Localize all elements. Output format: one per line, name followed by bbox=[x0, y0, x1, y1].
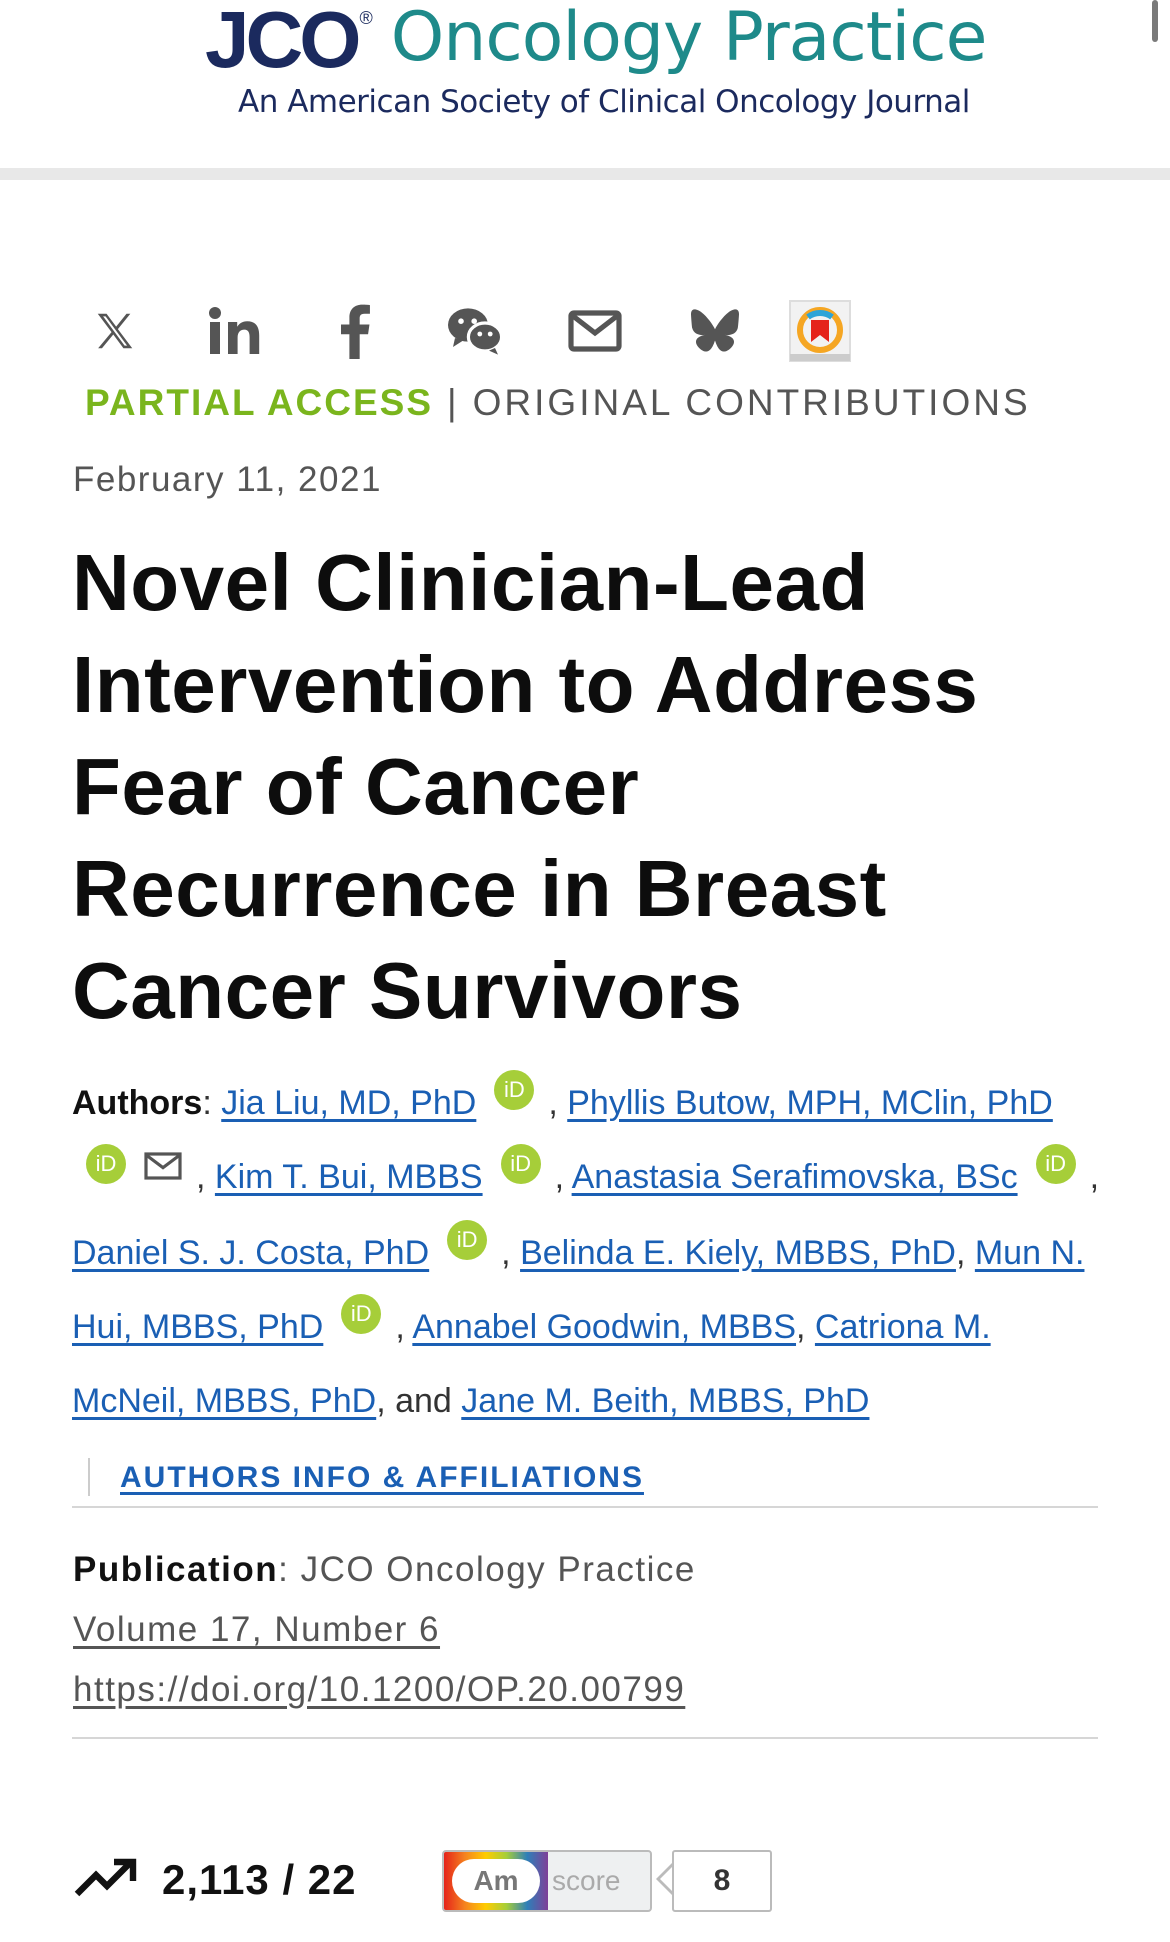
views-citations-count: 2,113 / 22 bbox=[162, 1856, 357, 1903]
altmetric-label: Am bbox=[452, 1859, 540, 1903]
logo-registered-mark: ® bbox=[359, 8, 373, 28]
journal-logo[interactable]: JCO ® Oncology Practice bbox=[205, 0, 987, 80]
orcid-icon[interactable]: iD bbox=[500, 1144, 541, 1184]
divider bbox=[72, 1737, 1098, 1739]
authors-info-affiliations-link[interactable]: AUTHORS INFO & AFFILIATIONS bbox=[120, 1461, 644, 1494]
authors-conjunction: and bbox=[395, 1382, 452, 1421]
logo-subtitle: An American Society of Clinical Oncology… bbox=[238, 84, 970, 120]
orcid-icon[interactable]: iD bbox=[447, 1220, 488, 1261]
affiliations-wrapper: AUTHORS INFO & AFFILIATIONS bbox=[88, 1458, 644, 1497]
altmetric-score-label: score bbox=[552, 1865, 621, 1896]
mendeley-icon[interactable] bbox=[785, 296, 855, 366]
authors-label: Authors bbox=[72, 1084, 203, 1122]
doi-link[interactable]: https://doi.org/10.1200/OP.20.00799 bbox=[73, 1670, 685, 1709]
orcid-icon[interactable]: iD bbox=[494, 1070, 535, 1110]
author-link-kim-bui[interactable]: Kim T. Bui, MBBS bbox=[215, 1158, 483, 1196]
orcid-icon[interactable]: iD bbox=[1035, 1144, 1076, 1184]
author-link-daniel-costa[interactable]: Daniel S. J. Costa, PhD bbox=[72, 1234, 429, 1272]
author-link-anastasia-serafimovska[interactable]: Anastasia Serafimovska, BSc bbox=[572, 1158, 1018, 1196]
meta-separator: | bbox=[447, 382, 459, 423]
article-metrics: 2,113 / 22 bbox=[74, 1850, 357, 1910]
publication-date: February 11, 2021 bbox=[73, 460, 382, 499]
logo-acronym: JCO bbox=[205, 0, 361, 84]
x-icon[interactable] bbox=[80, 296, 150, 366]
author-link-jane-beith[interactable]: Jane M. Beith, MBBS, PhD bbox=[461, 1382, 869, 1420]
site-header: JCO ® Oncology Practice An American Societ… bbox=[0, 0, 1170, 168]
article-category[interactable]: ORIGINAL CONTRIBUTIONS bbox=[473, 382, 1031, 423]
email-icon[interactable] bbox=[560, 296, 630, 366]
linkedin-icon[interactable] bbox=[200, 296, 270, 366]
author-link-phyllis-butow[interactable]: Phyllis Butow, MPH, MClin, PhD bbox=[567, 1084, 1053, 1122]
article-title: Novel Clinician-Lead Intervention to Add… bbox=[72, 538, 979, 1035]
trending-up-icon bbox=[74, 1858, 140, 1903]
author-link-belinda-kiely[interactable]: Belinda E. Kiely, MBBS, PhD bbox=[520, 1234, 956, 1272]
authors-list: Authors: Jia Liu, MD, PhD iD, Phyllis But… bbox=[72, 1066, 1112, 1512]
author-link-jia-liu[interactable]: Jia Liu, MD, PhD bbox=[221, 1084, 476, 1122]
article-meta: PARTIAL ACCESS | ORIGINAL CONTRIBUTIONS bbox=[85, 382, 1031, 424]
publication-journal: JCO Oncology Practice bbox=[300, 1550, 696, 1589]
orcid-icon[interactable]: iD bbox=[86, 1144, 126, 1184]
volume-link[interactable]: Volume 17, Number 6 bbox=[73, 1610, 440, 1649]
bluesky-icon[interactable] bbox=[680, 296, 750, 366]
altmetric-badge[interactable]: Am score bbox=[442, 1850, 652, 1912]
scrollbar[interactable] bbox=[1152, 0, 1158, 42]
logo-journal-name: Oncology Practice bbox=[390, 0, 988, 77]
orcid-icon[interactable]: iD bbox=[341, 1294, 382, 1335]
publication-label: Publication bbox=[73, 1550, 279, 1589]
access-badge: PARTIAL ACCESS bbox=[85, 382, 434, 423]
publication-info: Publication: JCO Oncology Practice Volum… bbox=[73, 1540, 696, 1720]
wechat-icon[interactable] bbox=[440, 296, 510, 366]
divider bbox=[72, 1506, 1098, 1508]
publication-journal-line: Publication: JCO Oncology Practice bbox=[73, 1550, 696, 1589]
altmetric-score[interactable]: 8 bbox=[672, 1850, 772, 1912]
email-icon[interactable] bbox=[144, 1132, 182, 1206]
header-divider bbox=[0, 168, 1170, 180]
author-link-annabel-goodwin[interactable]: Annabel Goodwin, MBBS bbox=[412, 1308, 796, 1346]
facebook-icon[interactable] bbox=[320, 296, 390, 366]
